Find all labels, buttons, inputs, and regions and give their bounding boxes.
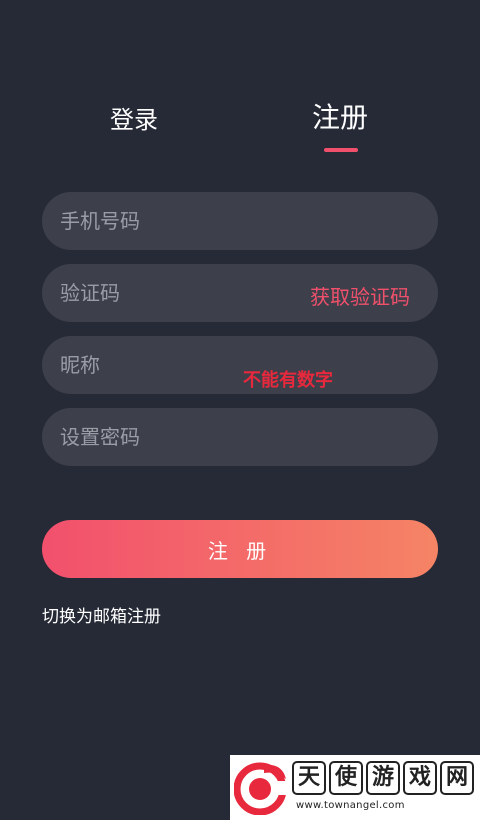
register-button[interactable]: 注 册	[42, 520, 438, 578]
watermark-title: 天 使 游 戏 网	[292, 761, 474, 795]
tab-login[interactable]: 登录	[110, 100, 158, 135]
watermark: 天 使 游 戏 网 www.townangel.com	[230, 755, 480, 820]
nickname-annotation: 不能有数字	[243, 370, 333, 391]
switch-to-email-link[interactable]: 切换为邮箱注册	[42, 602, 161, 627]
nickname-field	[42, 336, 438, 394]
verification-code-input[interactable]	[60, 264, 300, 322]
watermark-char: 天	[292, 761, 326, 795]
phone-input[interactable]	[60, 192, 300, 250]
tab-register[interactable]: 注册	[312, 96, 368, 136]
phone-field	[42, 192, 438, 250]
watermark-url: www.townangel.com	[296, 800, 405, 811]
watermark-char: 使	[329, 761, 363, 795]
watermark-char: 网	[440, 761, 474, 795]
password-input[interactable]	[60, 408, 300, 466]
get-code-button[interactable]: 获取验证码	[310, 281, 410, 310]
verification-code-field: 获取验证码	[42, 264, 438, 322]
watermark-logo-icon	[234, 762, 288, 815]
password-field	[42, 408, 438, 466]
watermark-char: 游	[366, 761, 400, 795]
active-tab-indicator	[324, 148, 358, 152]
watermark-char: 戏	[403, 761, 437, 795]
